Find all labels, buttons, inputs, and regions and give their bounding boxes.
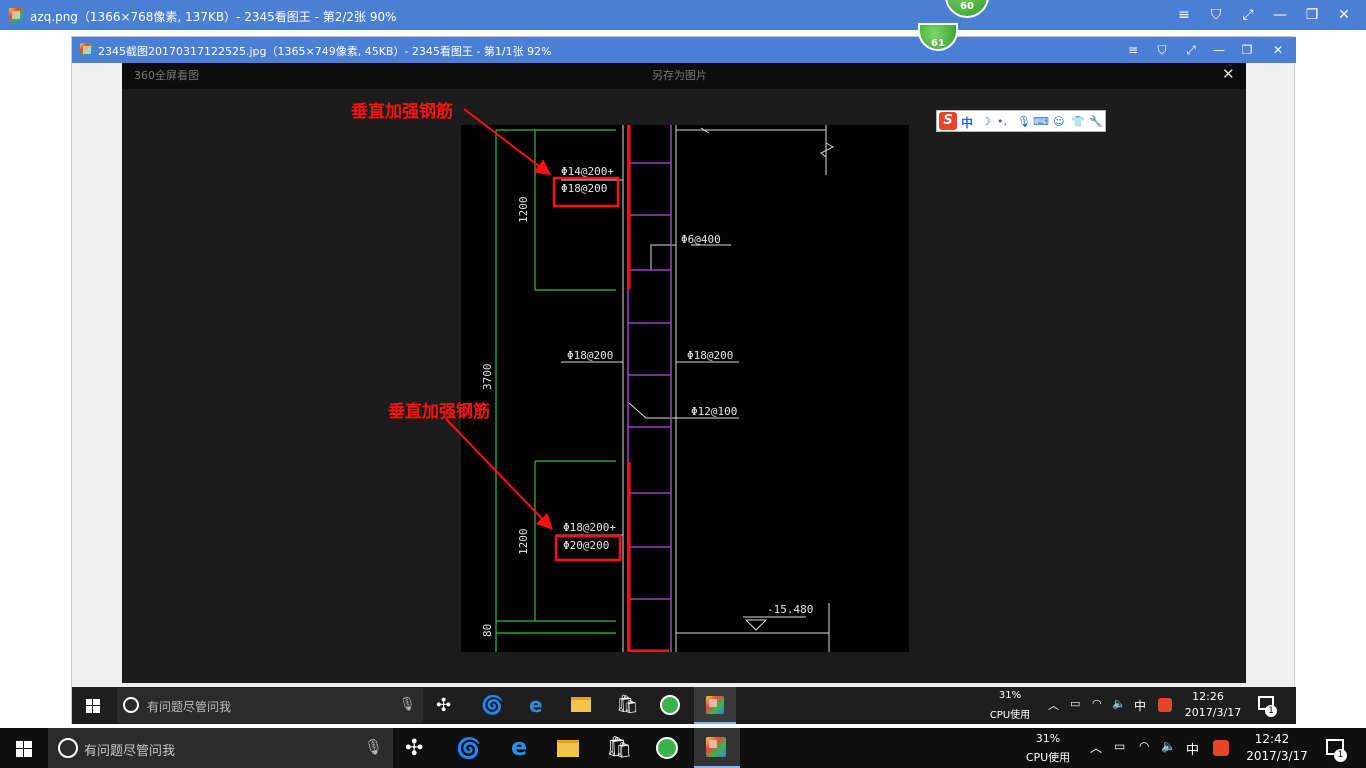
clock-date: 2017/3/17	[1246, 749, 1308, 763]
cortana-icon[interactable]	[123, 697, 139, 713]
edge-icon[interactable]: e	[511, 733, 527, 761]
punctuation-icon[interactable]: •,	[997, 115, 1007, 128]
inner-taskbar: 有问题尽管问我 🎙 ✣ 🌀 e 🛍 31% CPU使用 ︿ ▭ ◠ 🔈 中 12…	[72, 687, 1296, 724]
close-icon[interactable]: ✕	[1335, 8, 1353, 22]
pinwheel-icon[interactable]: ✣	[405, 736, 423, 761]
minimize-icon[interactable]: —	[1271, 8, 1289, 22]
inner-search-box[interactable]: 有问题尽管问我 🎙	[117, 688, 423, 723]
start-icon[interactable]	[86, 698, 100, 713]
user-icon[interactable]: ☺	[1053, 115, 1064, 128]
outer-window-title: azq.png（1366×768像素, 137KB）- 2345看图王 - 第2…	[30, 10, 397, 24]
wifi-icon[interactable]: ◠	[1139, 739, 1149, 753]
inner-cpu-label: CPU使用	[989, 710, 1031, 721]
skin-icon[interactable]: ⛉	[1207, 8, 1225, 22]
microphone-icon[interactable]: 🎙	[1017, 115, 1031, 128]
outer-window: azq.png（1366×768像素, 137KB）- 2345看图王 - 第2…	[0, 0, 1366, 728]
inner-titlebar[interactable]: 2345截图20170317122525.jpg（1365×749像素, 45K…	[72, 37, 1296, 63]
inner-menu-icon[interactable]: ≡	[1124, 43, 1142, 57]
search-box[interactable]: 有问题尽管问我 🎙	[48, 728, 393, 768]
search-placeholder: 有问题尽管问我	[84, 744, 176, 759]
wrench-icon[interactable]: 🔧	[1089, 115, 1103, 128]
folder-icon[interactable]	[557, 740, 579, 757]
browser-spiral-icon[interactable]: 🌀	[481, 695, 503, 716]
sogou-tray-icon[interactable]	[1158, 698, 1172, 712]
clock-time: 12:42	[1254, 732, 1290, 746]
battery-icon[interactable]: ▭	[1070, 697, 1080, 710]
ime-mode[interactable]: 中	[961, 114, 973, 131]
inner-ime-indicator[interactable]: 中	[1134, 697, 1146, 714]
app-icon	[9, 8, 23, 22]
2345-viewer-icon	[706, 696, 724, 714]
notification-count: 1	[1334, 749, 1347, 762]
image-viewer: 360全屏看图 另存为图片 ✕ Φ14@200+ Φ18@200 Φ6@400 …	[122, 63, 1246, 683]
cortana-icon[interactable]	[58, 738, 78, 758]
folder-icon[interactable]	[571, 697, 591, 712]
fullscreen-icon[interactable]: ⤢	[1239, 8, 1257, 22]
ime-indicator[interactable]: 中	[1186, 739, 1199, 758]
inner-search-placeholder: 有问题尽管问我	[147, 700, 232, 714]
inner-window-title: 2345截图20170317122525.jpg（1365×749像素, 45K…	[98, 45, 552, 58]
2345-viewer-taskbar-button[interactable]	[694, 728, 740, 768]
microphone-icon[interactable]: 🎙	[399, 697, 416, 712]
start-icon[interactable]	[16, 741, 32, 757]
pinwheel-icon[interactable]: ✣	[436, 695, 451, 716]
moon-icon[interactable]: ☽	[981, 115, 991, 128]
inner-clock-date: 2017/3/17	[1184, 706, 1242, 719]
outer-titlebar[interactable]: azq.png（1366×768像素, 137KB）- 2345看图王 - 第2…	[0, 0, 1366, 30]
battery-icon[interactable]: ▭	[1114, 739, 1125, 753]
cpu-label: CPU使用	[1025, 751, 1071, 764]
inner-window: 2345截图20170317122525.jpg（1365×749像素, 45K…	[71, 23, 1296, 724]
annotation-vertical-rebar: 垂直加强钢筋	[388, 402, 490, 422]
keyboard-icon[interactable]: ⌨	[1033, 115, 1049, 128]
show-hidden-icons[interactable]: ︿	[1048, 697, 1059, 713]
cpu-percent: 31%	[1035, 732, 1061, 745]
taskbar: 有问题尽管问我 🎙 ✣ 🌀 e 🛍 31% CPU使用 ︿ ▭ ◠ 🔈 中 12…	[0, 728, 1366, 768]
2345-viewer-icon	[706, 737, 726, 757]
store-icon[interactable]: 🛍	[606, 735, 633, 760]
360-browser-icon[interactable]	[656, 737, 678, 759]
inner-skin-icon[interactable]: ⛉	[1153, 43, 1171, 57]
inner-close-icon[interactable]: ✕	[1269, 43, 1287, 57]
volume-icon[interactable]: 🔈	[1161, 739, 1176, 753]
wifi-icon[interactable]: ◠	[1092, 697, 1102, 710]
inner-app-icon	[80, 43, 92, 55]
inner-fullscreen-icon[interactable]: ⤢	[1182, 43, 1200, 57]
360-browser-icon[interactable]	[660, 695, 680, 715]
inner-minimize-icon[interactable]: —	[1210, 43, 1228, 57]
store-icon[interactable]: 🛍	[616, 694, 639, 715]
menu-icon[interactable]: ≡	[1175, 8, 1193, 22]
volume-icon[interactable]: 🔈	[1112, 697, 1126, 710]
skin-shirt-icon[interactable]: 👕	[1071, 115, 1085, 128]
inner-cpu-percent: 31%	[998, 690, 1022, 701]
2345-viewer-taskbar-button[interactable]	[694, 687, 736, 724]
annotation-arrows	[445, 108, 553, 530]
sogou-logo: S	[939, 112, 957, 130]
annotation-vertical-rebar: 垂直加强钢筋	[351, 102, 453, 122]
show-hidden-icons[interactable]: ︿	[1090, 739, 1102, 756]
browser-spiral-icon[interactable]: 🌀	[456, 736, 481, 760]
restore-icon[interactable]: ❐	[1303, 8, 1321, 22]
sogou-tray-icon[interactable]	[1213, 740, 1229, 756]
microphone-icon[interactable]: 🎙	[364, 738, 383, 756]
inner-notification-count: 1	[1265, 705, 1277, 717]
inner-restore-icon[interactable]: ❐	[1238, 43, 1256, 57]
inner-clock-time: 12:26	[1192, 690, 1224, 703]
edge-icon[interactable]: e	[529, 693, 543, 717]
ime-toolbar[interactable]: S 中 ☽ •, 🎙 ⌨ ☺ 👕 🔧	[936, 110, 1106, 132]
